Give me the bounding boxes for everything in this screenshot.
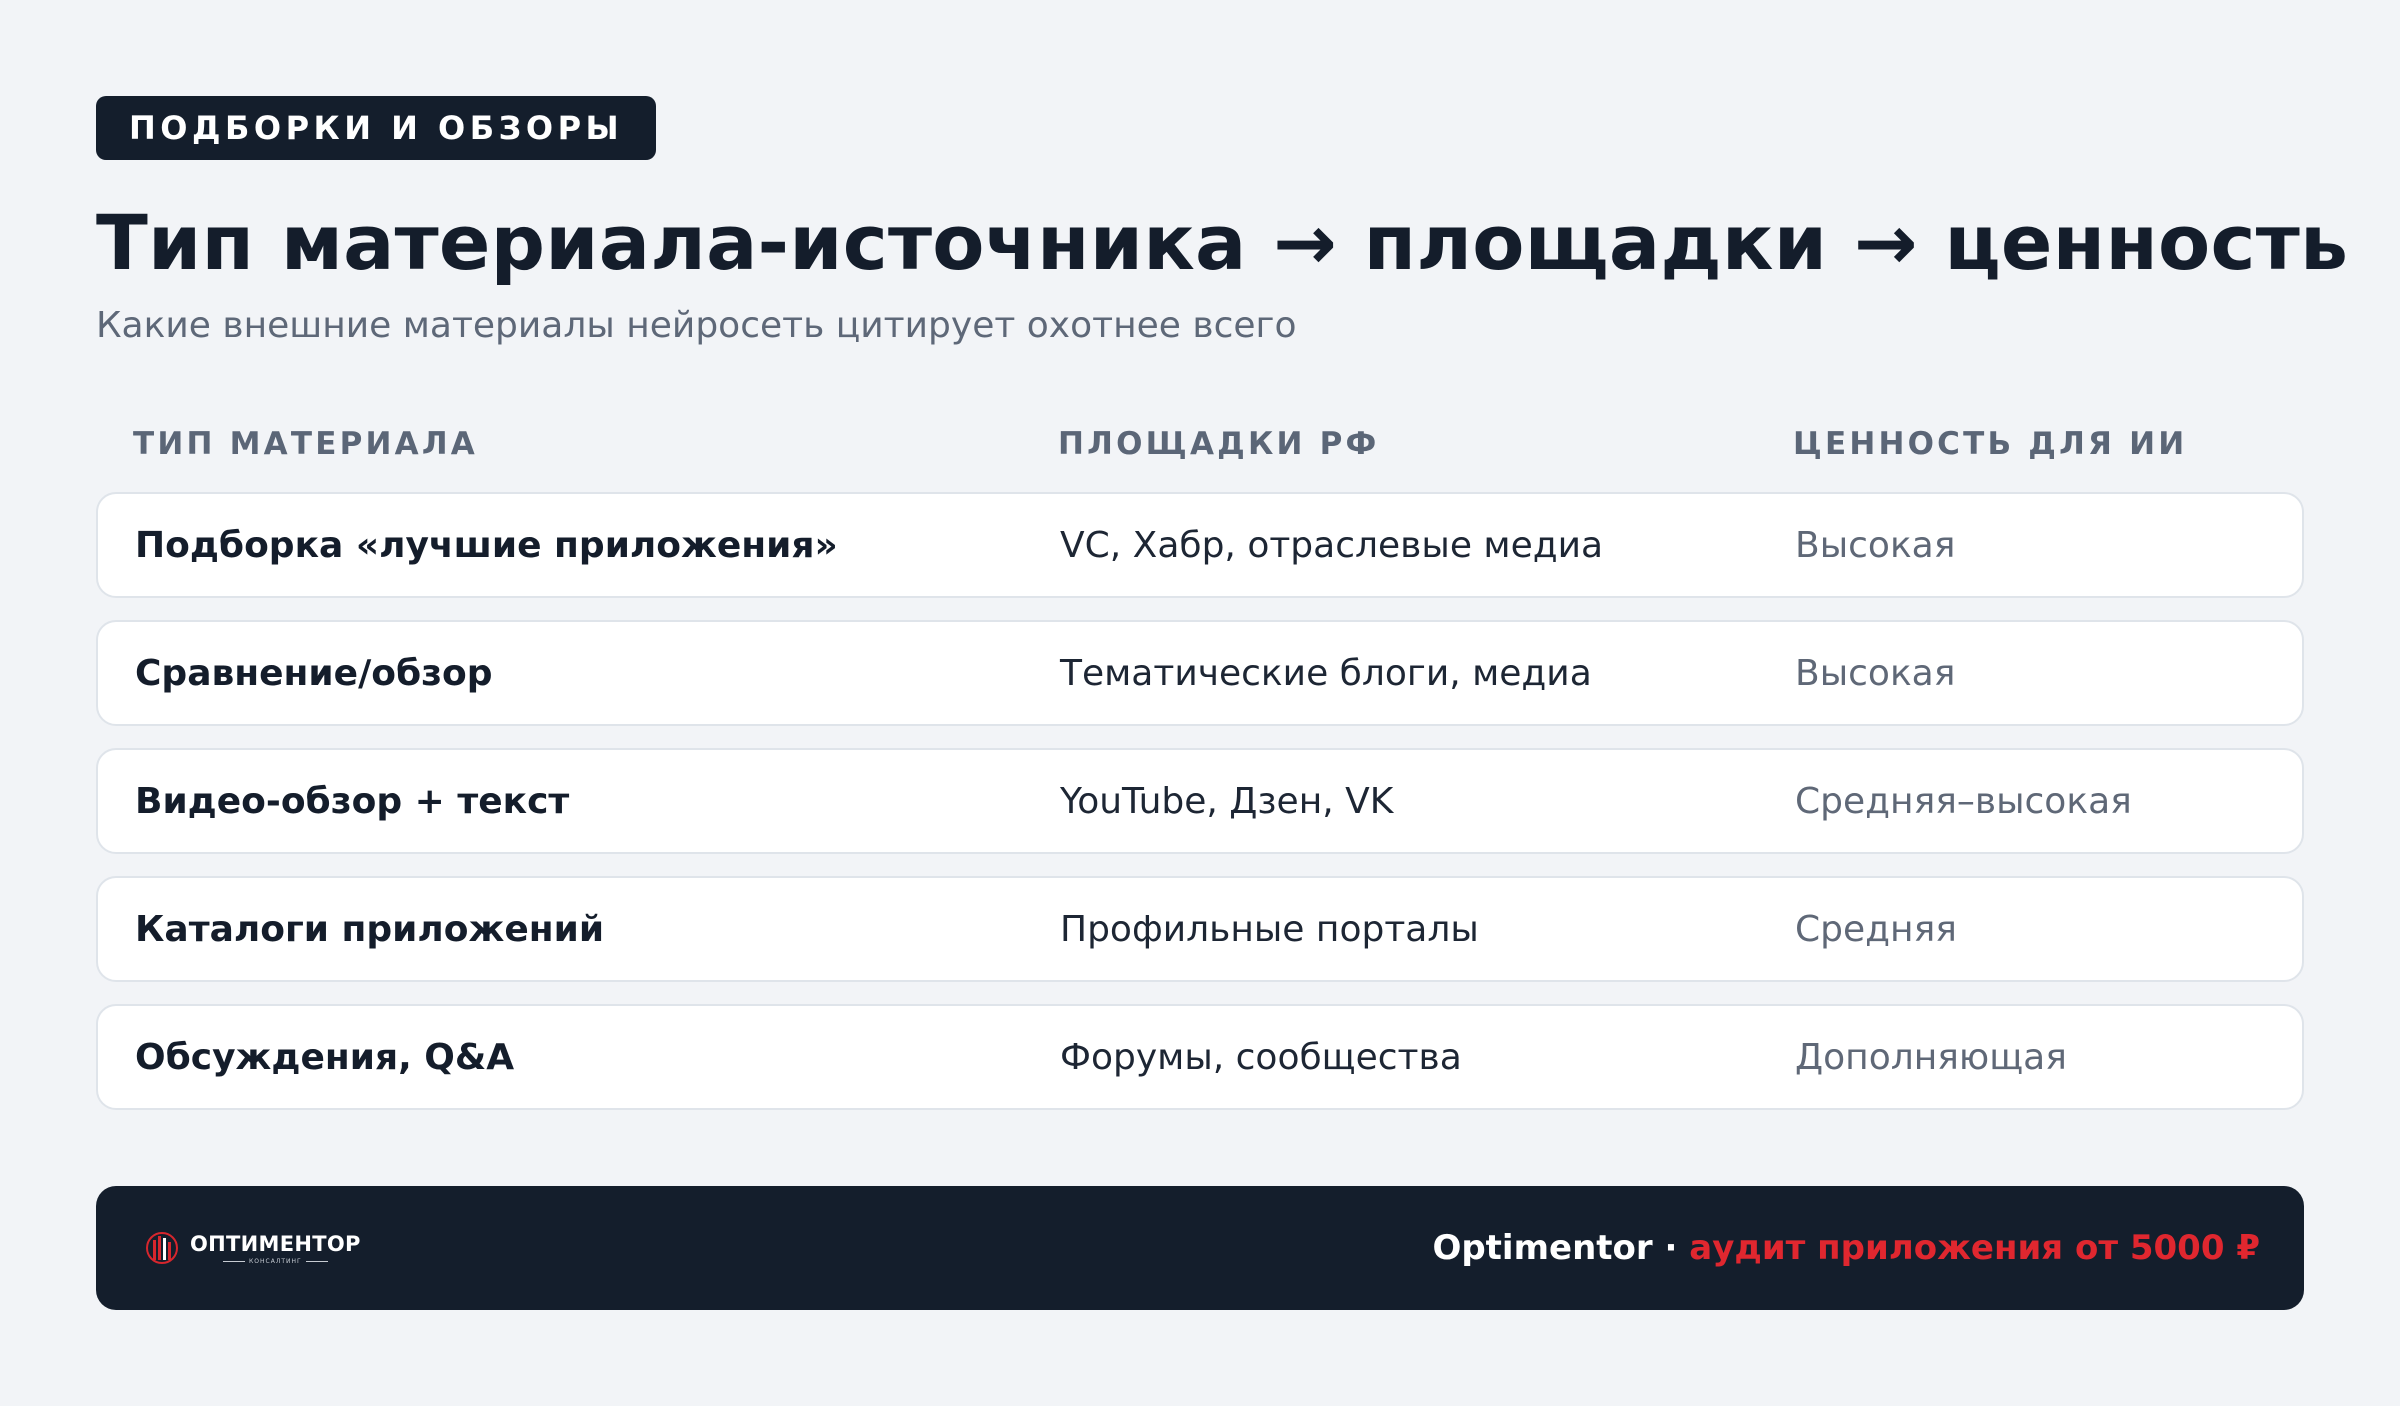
promo-brand: Optimentor · xyxy=(1432,1228,1690,1268)
table-row: Сравнение/обзор Тематические блоги, меди… xyxy=(96,620,2304,726)
ai-value-cell: Высокая xyxy=(1795,524,1956,566)
platforms-cell: Профильные порталы xyxy=(1060,908,1479,950)
ai-value-cell: Средняя xyxy=(1795,908,1957,950)
ai-value-cell: Высокая xyxy=(1795,652,1956,694)
material-type-cell: Обсуждения, Q&A xyxy=(135,1036,515,1078)
page-subtitle: Какие внешние материалы нейросеть цитиру… xyxy=(96,305,1297,346)
footer-banner: ОПТИМЕНТОР КОНСАЛТИНГ Optimentor · аудит… xyxy=(96,1186,2304,1310)
material-type-cell: Сравнение/обзор xyxy=(135,652,493,694)
materials-table: ТИП МАТЕРИАЛА ПЛОЩАДКИ РФ ЦЕННОСТЬ ДЛЯ И… xyxy=(96,408,2304,1110)
promo-offer: аудит приложения от 5000 ₽ xyxy=(1689,1228,2260,1268)
category-badge: ПОДБОРКИ И ОБЗОРЫ xyxy=(96,96,657,160)
slide: ПОДБОРКИ И ОБЗОРЫ Тип материала-источник… xyxy=(0,0,2400,1406)
platforms-cell: Форумы, сообщества xyxy=(1060,1036,1462,1078)
table-row: Обсуждения, Q&A Форумы, сообщества Допол… xyxy=(96,1004,2304,1110)
table-header: ТИП МАТЕРИАЛА ПЛОЩАДКИ РФ ЦЕННОСТЬ ДЛЯ И… xyxy=(96,408,2304,480)
material-type-cell: Видео-обзор + текст xyxy=(135,780,570,822)
column-header-platforms: ПЛОЩАДКИ РФ xyxy=(1058,426,1380,462)
column-header-ai-value: ЦЕННОСТЬ ДЛЯ ИИ xyxy=(1793,426,2188,462)
brand-logo: ОПТИМЕНТОР КОНСАЛТИНГ xyxy=(144,1228,361,1268)
platforms-cell: Тематические блоги, медиа xyxy=(1060,652,1592,694)
brand-tagline: КОНСАЛТИНГ xyxy=(249,1257,302,1265)
ai-value-cell: Средняя–высокая xyxy=(1795,780,2132,822)
optimentor-logo-icon xyxy=(146,1232,178,1264)
material-type-cell: Подборка «лучшие приложения» xyxy=(135,524,838,566)
table-row: Каталоги приложений Профильные порталы С… xyxy=(96,876,2304,982)
platforms-cell: VC, Хабр, отраслевые медиа xyxy=(1060,524,1604,566)
platforms-cell: YouTube, Дзен, VK xyxy=(1060,780,1394,822)
material-type-cell: Каталоги приложений xyxy=(135,908,605,950)
brand-name: ОПТИМЕНТОР xyxy=(190,1231,361,1256)
table-body: Подборка «лучшие приложения» VC, Хабр, о… xyxy=(96,492,2304,1110)
table-row: Подборка «лучшие приложения» VC, Хабр, о… xyxy=(96,492,2304,598)
promo-text: Optimentor · аудит приложения от 5000 ₽ xyxy=(1432,1228,2260,1268)
column-header-material-type: ТИП МАТЕРИАЛА xyxy=(133,426,478,462)
table-row: Видео-обзор + текст YouTube, Дзен, VK Ср… xyxy=(96,748,2304,854)
ai-value-cell: Дополняющая xyxy=(1795,1036,2067,1078)
page-title: Тип материала-источника → площадки → цен… xyxy=(96,198,2349,287)
